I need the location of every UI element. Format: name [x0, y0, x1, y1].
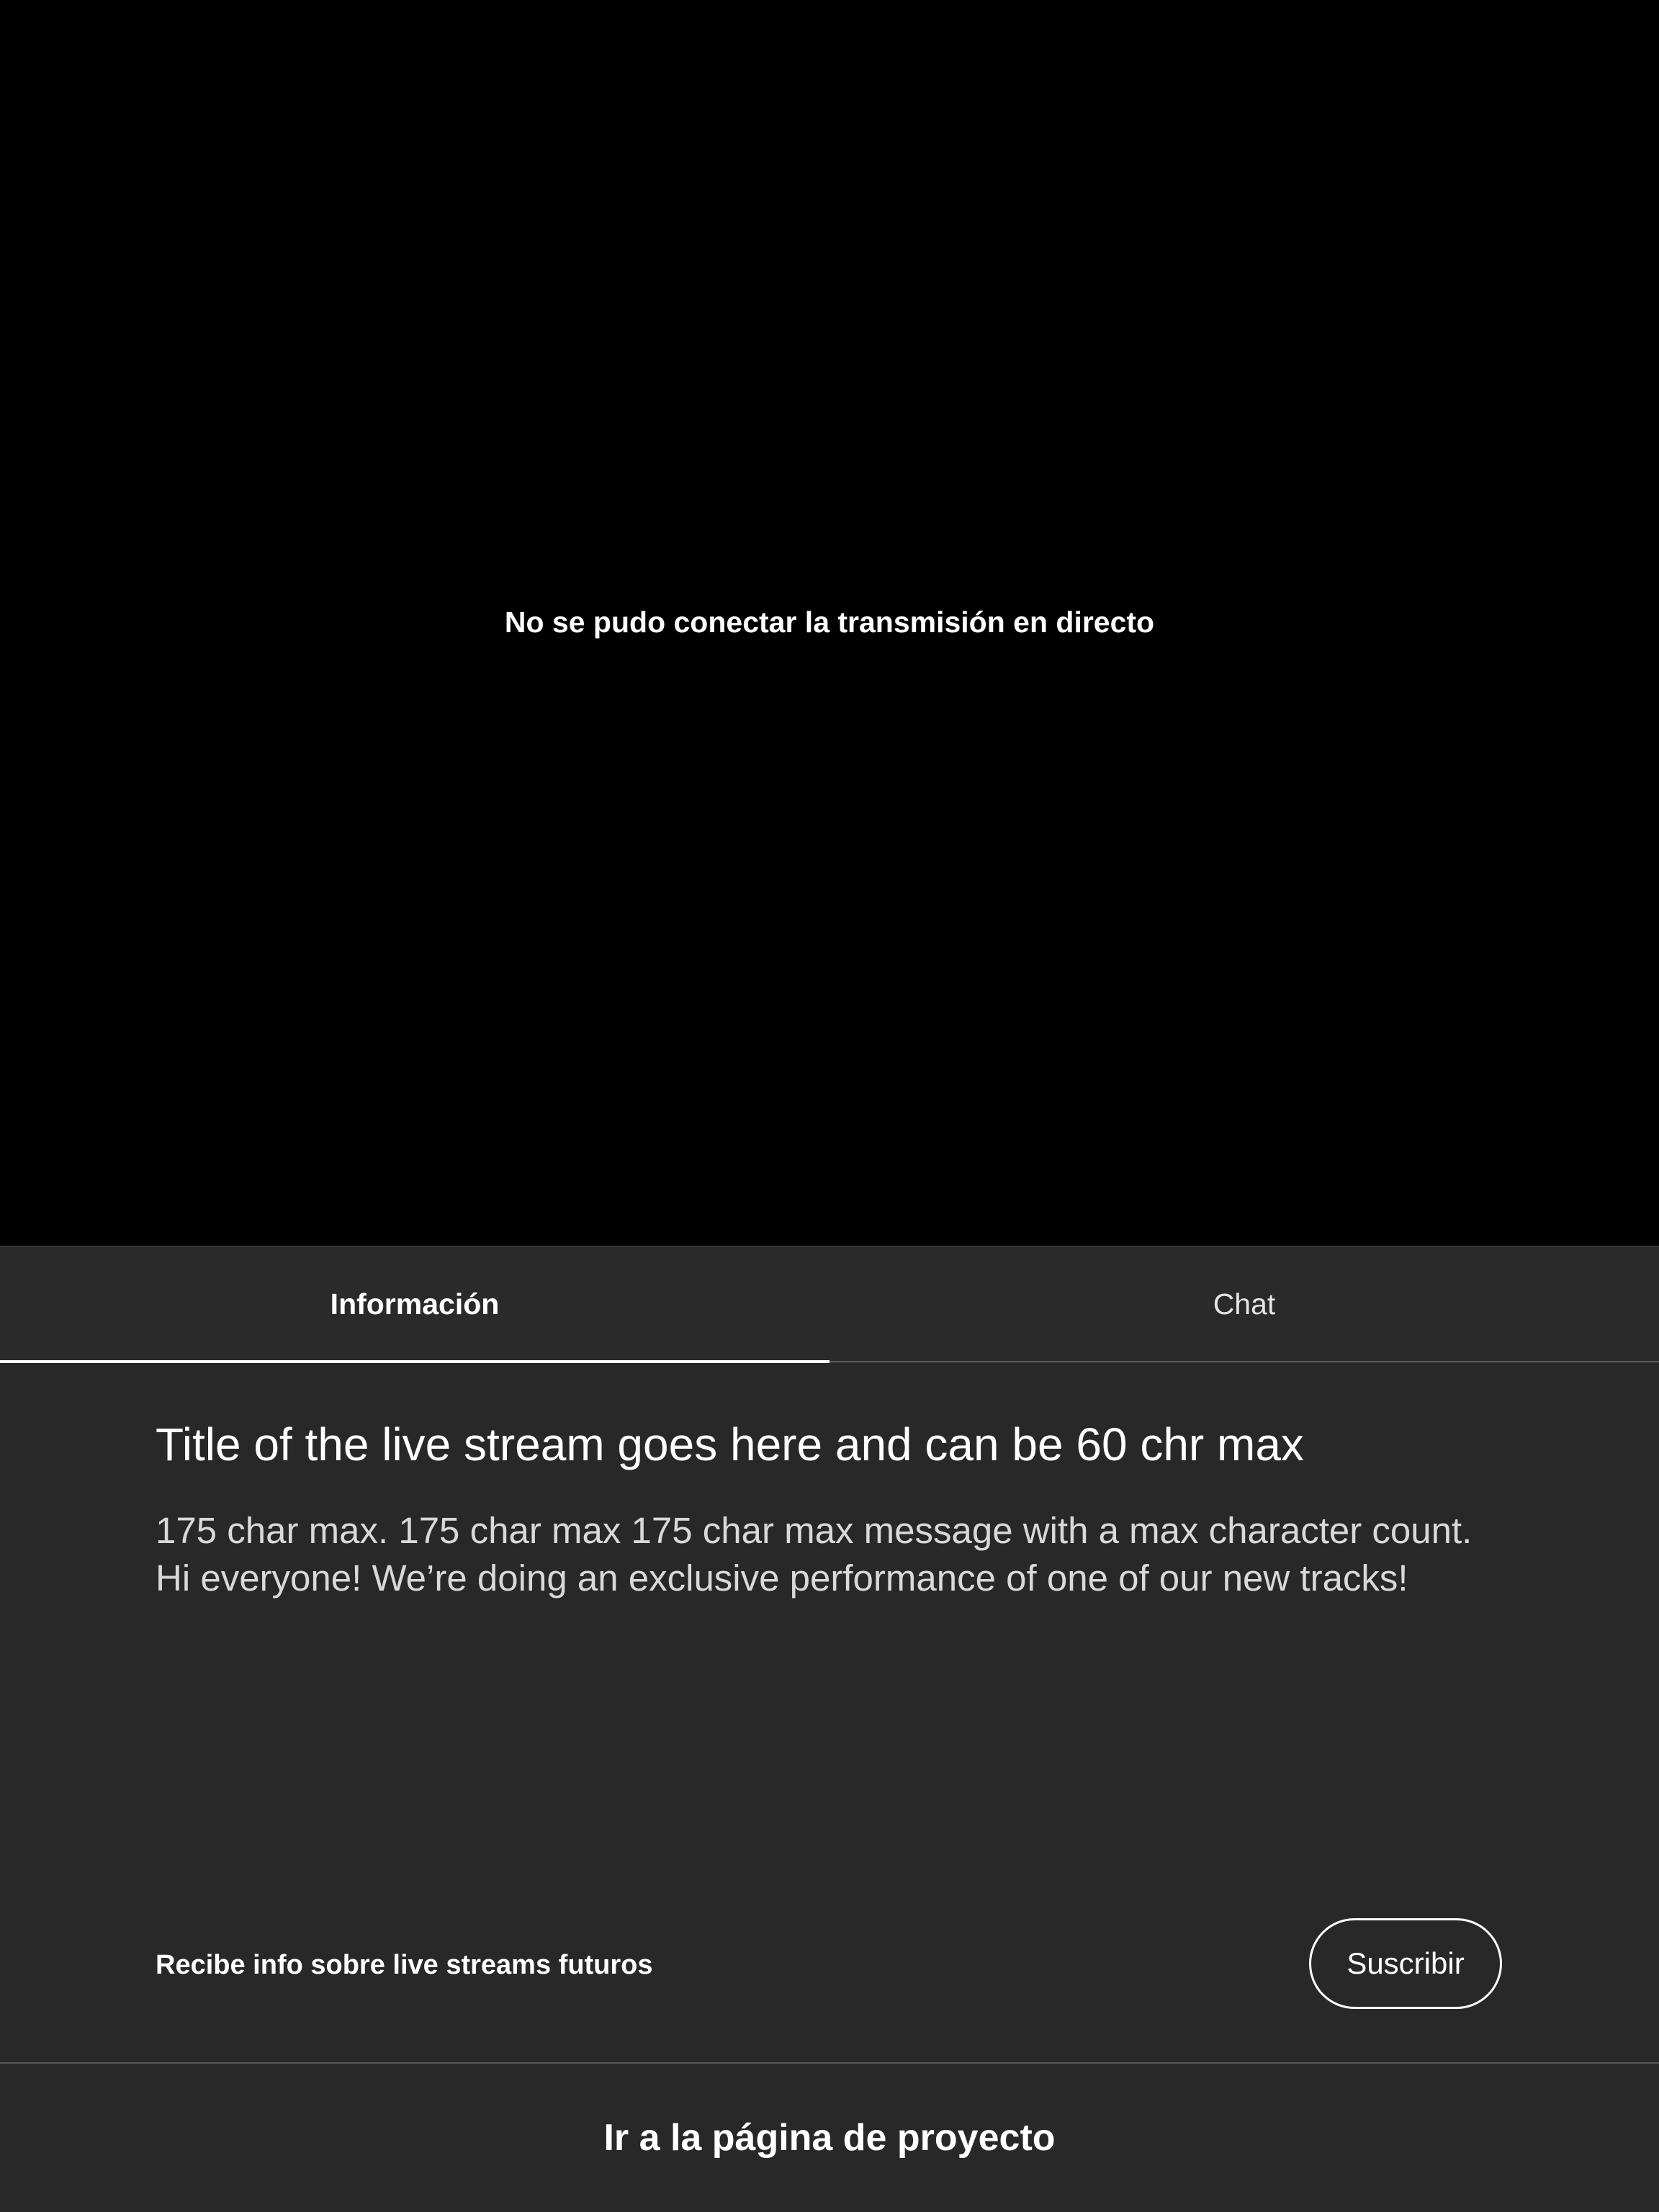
stream-description-line: Hi everyone! We’re doing an exclusive pe… — [156, 1557, 1408, 1599]
project-page-link[interactable]: Ir a la página de proyecto — [0, 2064, 1659, 2212]
active-tab-indicator — [0, 1360, 830, 1363]
stream-description: 175 char max. 175 char max 175 char max … — [156, 1507, 1524, 1602]
live-stream-page: No se pudo conectar la transmisión en di… — [0, 0, 1659, 2212]
stream-title: Title of the live stream goes here and c… — [156, 1419, 1304, 1470]
subscribe-button[interactable]: Suscribir — [1309, 1918, 1502, 2009]
tab-chat[interactable]: Chat — [830, 1247, 1659, 1361]
stream-description-line: 175 char max. 175 char max 175 char max … — [156, 1510, 1473, 1551]
tab-bar: Información Chat — [0, 1247, 1659, 1361]
stream-error-message: No se pudo conectar la transmisión en di… — [504, 606, 1155, 639]
video-player[interactable]: No se pudo conectar la transmisión en di… — [0, 0, 1659, 1246]
tab-informacion[interactable]: Información — [0, 1247, 830, 1361]
subscribe-label: Recibe info sobre live streams futuros — [156, 1950, 653, 1980]
